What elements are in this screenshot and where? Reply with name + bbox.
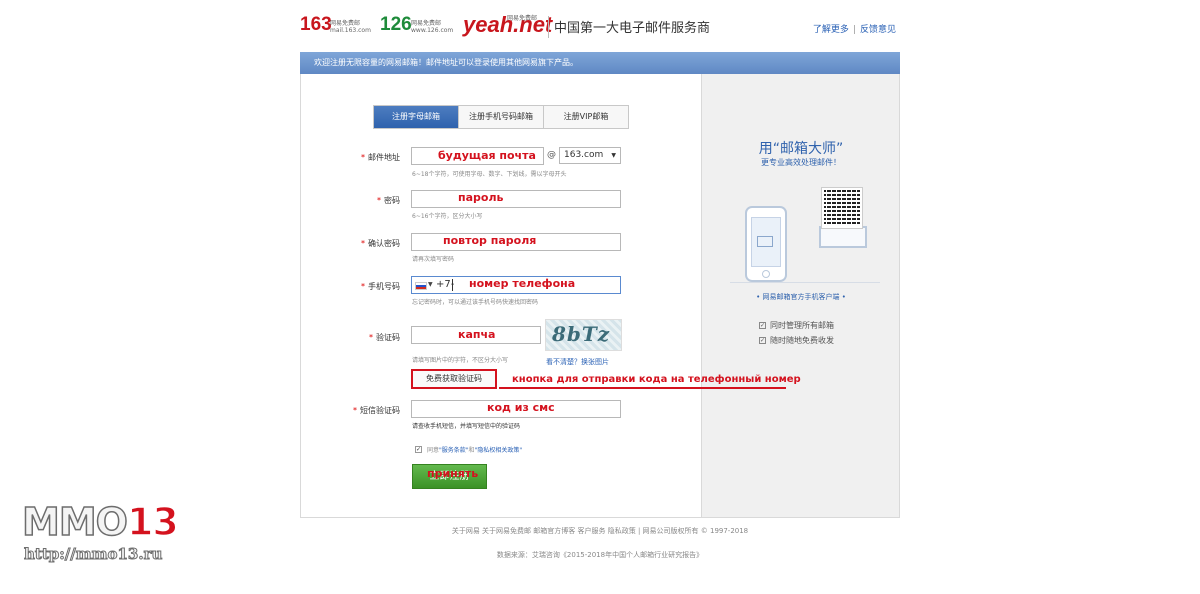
phone-annotation: номер телефона (469, 277, 576, 290)
tab-letter-mailbox[interactable]: 注册字母邮箱 (374, 106, 458, 128)
mail-icon (757, 236, 773, 247)
chevron-down-icon: ▼ (611, 152, 616, 159)
captcha-image-text: 8bTz (552, 322, 611, 346)
refresh-captcha-link[interactable]: 看不清楚？换张图片 (546, 357, 609, 367)
privacy-link[interactable]: "隐私权相关政策" (475, 447, 523, 454)
promo-title: 用“邮箱大师” (758, 141, 844, 157)
learn-more-link[interactable]: 了解更多 (813, 25, 849, 35)
password-input[interactable] (411, 190, 621, 208)
brand-163-logo[interactable]: 163 (300, 14, 332, 36)
phone-hint: 忘记密码时，可以通过该手机号码快速找回密码 (412, 299, 539, 306)
password-label: * 密码 (377, 196, 400, 205)
header-links-separator: | (852, 25, 856, 35)
welcome-banner: 欢迎注册无限容量的网易邮箱！邮件地址可以登录使用其他网易旗下产品。 (300, 52, 900, 74)
promo-feature-2: ✓ 随时随地免费收发 (759, 336, 834, 345)
watermark-url: http://mmo13.ru (23, 545, 163, 564)
password-hint: 6~16个字符，区分大小写 (412, 213, 483, 220)
terms-link[interactable]: "服务条款" (439, 447, 469, 454)
agree-text: 同意"服务条款"和"隐私权相关政策" (427, 447, 523, 454)
header-divider (548, 16, 549, 38)
agree-checkbox[interactable]: ✓ (415, 446, 422, 453)
russia-flag-icon[interactable] (415, 282, 427, 290)
sms-code-hint: 请查收手机短信，并填写短信中的验证码 (412, 423, 521, 430)
brand-163-sub2: mail.163.com (330, 27, 371, 34)
brand-126-sub2: www.126.com (411, 27, 454, 34)
registration-tabs: 注册字母邮箱 注册手机号码邮箱 注册VIP邮箱 (373, 105, 629, 129)
watermark-logo: MMO13 (21, 499, 179, 545)
tab-vip-mailbox[interactable]: 注册VIP邮箱 (543, 106, 628, 128)
confirm-password-label: * 确认密码 (361, 239, 400, 248)
brand-yeah-subtitle: 网易免费邮 (507, 15, 538, 22)
brand-126-text: 126 (380, 14, 412, 35)
captcha-image[interactable]: 8bTz (545, 319, 622, 351)
domain-select[interactable]: 163.com ▼ (559, 147, 621, 164)
promo-client-label[interactable]: • 网易邮箱官方手机客户端 • (702, 292, 900, 302)
envelope-icon (819, 226, 867, 248)
chevron-down-icon[interactable]: ▼ (428, 281, 433, 288)
ground-line (730, 282, 880, 283)
check-icon: ✓ (759, 322, 766, 329)
register-annotation: принять (427, 467, 479, 480)
captcha-annotation: капча (458, 328, 496, 341)
get-sms-code-button[interactable]: 免费获取验证码 (411, 369, 497, 389)
text-cursor (452, 279, 453, 291)
phone-label: * 手机号码 (361, 282, 400, 291)
password-annotation: пароль (458, 191, 504, 204)
header-links: 了解更多 | 反馈意见 (813, 22, 896, 35)
promo-feature-1: ✓ 同时管理所有邮箱 (759, 321, 834, 330)
sms-button-annotation: кнопка для отправки кода на телефонный н… (512, 374, 801, 385)
footer-links[interactable]: 关于网易 关于网易免费邮 邮箱官方博客 客户服务 隐私政策 | 网易公司版权所有… (300, 526, 900, 536)
header-slogan: 中国第一大电子邮件服务商 (554, 21, 711, 36)
email-annotation: будущая почта (438, 149, 536, 162)
annotation-underline (499, 387, 786, 389)
confirm-password-hint: 请再次填写密码 (412, 256, 455, 263)
brand-163-text: 163 (300, 14, 332, 35)
email-label: * 邮件地址 (361, 153, 400, 162)
tab-phone-mailbox[interactable]: 注册手机号码邮箱 (458, 106, 543, 128)
page: 163 网易免费邮 mail.163.com 126 网易免费邮 www.126.c… (0, 0, 1200, 594)
brand-163-sub1: 网易免费邮 (330, 20, 361, 27)
email-hint: 6~18个字符，可使用字母、数字、下划线，需以字母开头 (412, 171, 567, 178)
brand-126-sub1: 网易免费邮 (411, 20, 442, 27)
sms-code-label: * 短信验证码 (353, 406, 400, 415)
brand-163-subtitle: 网易免费邮 mail.163.com (330, 20, 371, 34)
brand-126-logo[interactable]: 126 (380, 14, 412, 36)
feedback-link[interactable]: 反馈意见 (860, 25, 896, 35)
promo-subtitle: 更专业高效处理邮件！ (761, 158, 841, 167)
captcha-hint: 请填写图片中的字符，不区分大小写 (412, 357, 509, 364)
qr-code-icon[interactable] (821, 187, 863, 229)
footer-source: 数据来源：艾瑞咨询《2015-2018年中国个人邮箱行业研究报告》 (496, 551, 704, 559)
confirm-password-annotation: повтор пароля (443, 234, 537, 247)
brand-126-subtitle: 网易免费邮 www.126.com (411, 20, 453, 34)
captcha-label: * 验证码 (369, 333, 400, 342)
sms-code-annotation: код из смс (487, 401, 555, 414)
at-sign: @ (547, 150, 556, 160)
check-icon: ✓ (759, 337, 766, 344)
